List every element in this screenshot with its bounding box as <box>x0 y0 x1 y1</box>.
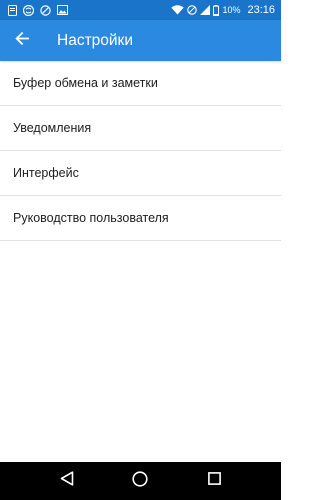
status-right-icons: 10% 23:16 <box>171 4 275 16</box>
nav-recents-button[interactable] <box>194 462 234 500</box>
settings-item-user-guide[interactable]: Руководство пользователя <box>0 196 281 241</box>
notification-icon <box>8 4 17 16</box>
status-left-icons <box>8 4 171 16</box>
recents-square-icon <box>207 472 221 490</box>
nav-home-button[interactable] <box>120 462 160 500</box>
settings-item-label: Буфер обмена и заметки <box>13 76 158 90</box>
no-sim-icon <box>187 5 198 15</box>
sync-icon <box>23 4 34 16</box>
wifi-icon <box>171 5 185 15</box>
navigation-bar <box>0 462 281 500</box>
signal-icon <box>200 5 211 15</box>
settings-item-notifications[interactable]: Уведомления <box>0 106 281 151</box>
back-button[interactable] <box>2 20 42 61</box>
no-sim-icon <box>40 4 51 16</box>
settings-item-clipboard[interactable]: Буфер обмена и заметки <box>0 61 281 106</box>
image-icon <box>57 5 68 15</box>
battery-percent: 10% <box>222 5 241 15</box>
nav-back-button[interactable] <box>47 462 87 500</box>
settings-screen: 10% 23:16 Настройки Буфер обмена и замет… <box>0 0 281 500</box>
home-circle-icon <box>132 470 149 492</box>
settings-item-interface[interactable]: Интерфейс <box>0 151 281 196</box>
status-bar: 10% 23:16 <box>0 0 281 20</box>
battery-icon <box>213 4 220 16</box>
back-triangle-icon <box>60 471 74 491</box>
settings-list: Буфер обмена и заметки Уведомления Интер… <box>0 61 281 241</box>
app-bar: Настройки <box>0 20 281 61</box>
settings-item-label: Руководство пользователя <box>13 211 169 225</box>
clock: 23:16 <box>247 4 275 16</box>
settings-item-label: Уведомления <box>13 121 92 135</box>
page-title: Настройки <box>57 31 134 49</box>
arrow-back-icon <box>15 31 29 50</box>
settings-item-label: Интерфейс <box>13 166 79 180</box>
